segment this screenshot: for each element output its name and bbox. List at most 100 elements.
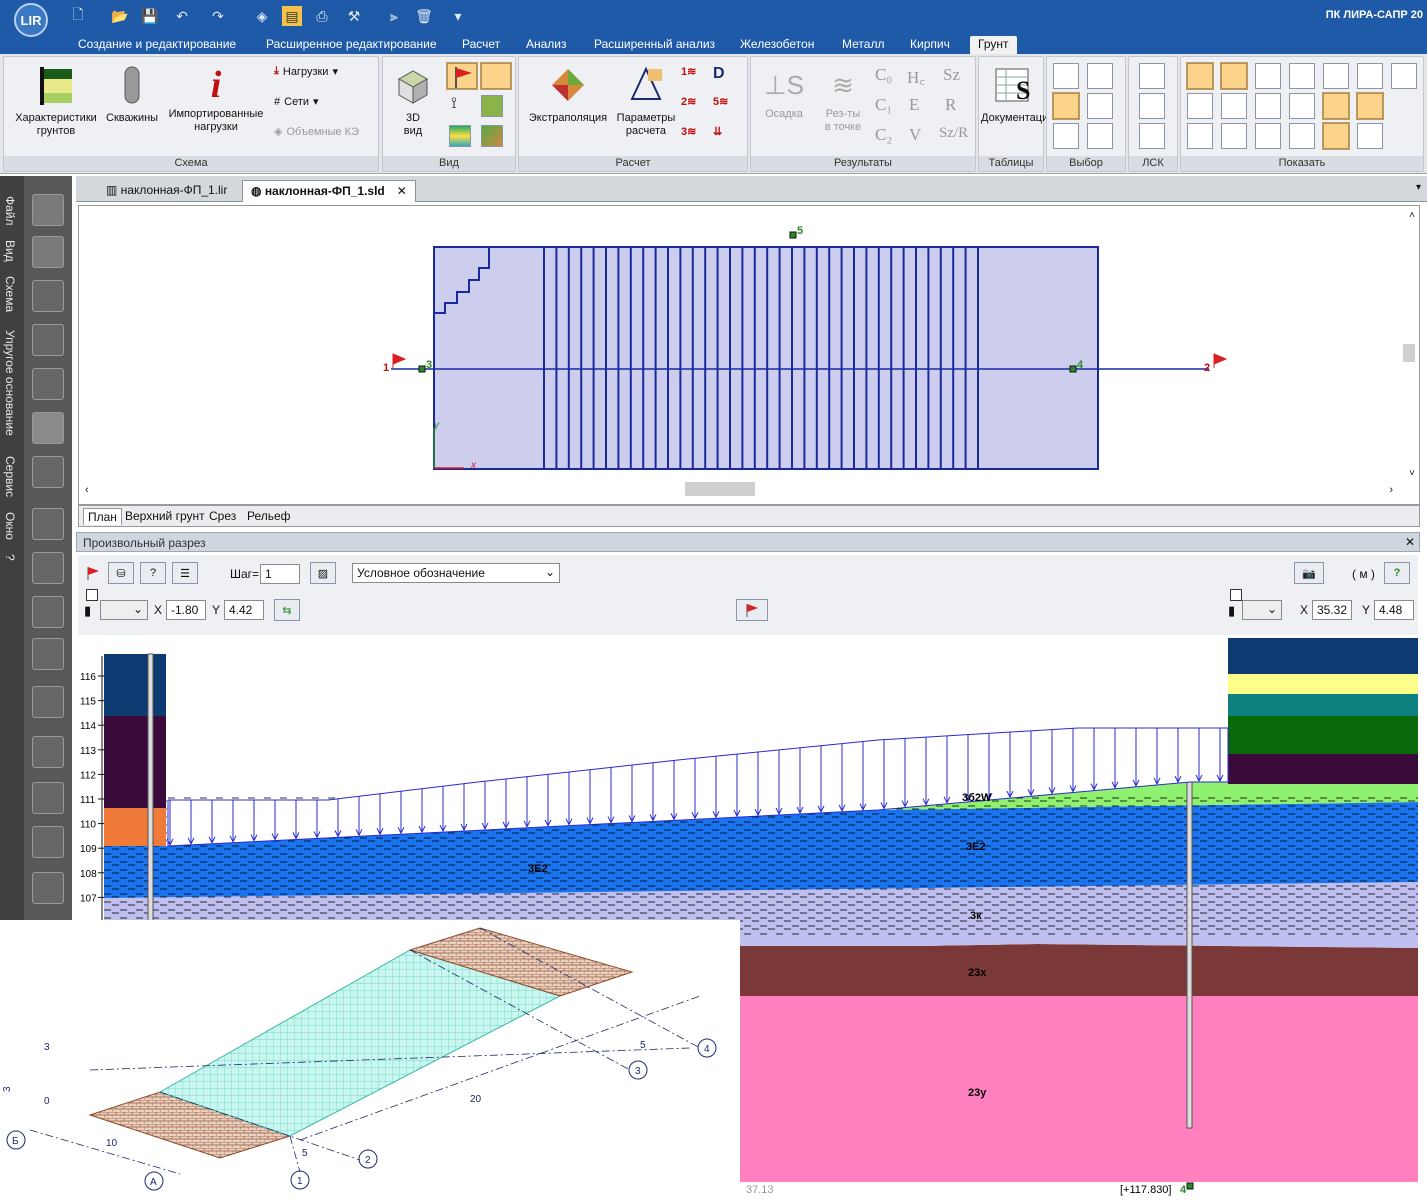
- imported-loads-button[interactable]: i Импортированные нагрузки: [162, 65, 270, 134]
- show-w-icon[interactable]: [1322, 122, 1350, 150]
- tab-calc[interactable]: Расчет: [454, 36, 508, 54]
- select-area-icon[interactable]: [1052, 92, 1080, 120]
- new-file-icon[interactable]: 🗋: [68, 6, 88, 26]
- show-plane-icon[interactable]: [1220, 62, 1248, 90]
- terrain-icon[interactable]: [481, 95, 503, 117]
- chart-icon[interactable]: ⫸: [384, 6, 404, 26]
- gear-edit-icon[interactable]: [32, 236, 64, 268]
- plan-view[interactable]: 1 2 3 4 5 x y ‹ › ˄ ˅: [78, 205, 1420, 505]
- v-button[interactable]: V: [909, 125, 921, 145]
- tab-slice[interactable]: Срез: [205, 508, 240, 524]
- wells-button[interactable]: Скважины: [106, 65, 158, 125]
- hc-button[interactable]: H꜀: [907, 65, 925, 88]
- swap-points-icon[interactable]: ⇆: [274, 599, 300, 621]
- right-y-input[interactable]: 4.48: [1374, 600, 1414, 620]
- show-25-icon[interactable]: [1255, 93, 1281, 119]
- step-input[interactable]: 1: [260, 564, 300, 584]
- select-red-icon[interactable]: [1087, 93, 1113, 119]
- menu-view[interactable]: Вид: [3, 240, 17, 262]
- flag-1-icon[interactable]: [392, 353, 407, 368]
- horizontal-scrollbar-thumb[interactable]: [685, 482, 755, 496]
- e-button[interactable]: E: [909, 95, 919, 115]
- well-select-icon[interactable]: ⛁: [108, 562, 134, 584]
- renumber-icon[interactable]: [32, 280, 64, 312]
- fe-add-icon[interactable]: [32, 508, 64, 540]
- lsk-axes-icon[interactable]: [1139, 63, 1165, 89]
- gear-icon[interactable]: [32, 194, 64, 226]
- show-3-icon[interactable]: [1187, 93, 1213, 119]
- point-5-marker[interactable]: [789, 231, 797, 239]
- show-square-icon[interactable]: [1186, 62, 1214, 90]
- tab-metal[interactable]: Металл: [834, 36, 892, 54]
- tab-list-icon[interactable]: ▾: [1416, 182, 1421, 193]
- left-point-checkbox[interactable]: [86, 589, 98, 601]
- show-sum-icon[interactable]: [1391, 63, 1417, 89]
- show-color-icon[interactable]: [1255, 123, 1281, 149]
- c2-button[interactable]: C₂: [875, 125, 892, 145]
- scroll-left-icon[interactable]: ‹: [85, 484, 89, 496]
- show-axes-icon[interactable]: [1322, 92, 1350, 120]
- undo-icon[interactable]: ↶: [172, 6, 192, 26]
- menu-service[interactable]: Сервис: [3, 456, 17, 497]
- calc-d-button[interactable]: D: [713, 65, 725, 83]
- lsk-rotate-icon[interactable]: [1139, 93, 1165, 119]
- c1-button[interactable]: C₁: [875, 95, 892, 115]
- tab-plan[interactable]: План: [83, 508, 122, 525]
- show-target-icon[interactable]: [1357, 123, 1383, 149]
- layers-list-icon[interactable]: ☰: [172, 562, 198, 584]
- scale-icon[interactable]: [32, 368, 64, 400]
- rotate-2-icon[interactable]: [32, 456, 64, 488]
- show-add-icon[interactable]: [1187, 123, 1213, 149]
- menu-help[interactable]: ?: [3, 554, 17, 561]
- shell-icon[interactable]: [32, 826, 64, 858]
- scroll-right-icon[interactable]: ›: [1389, 484, 1393, 496]
- show-pile-icon[interactable]: [1289, 63, 1315, 89]
- view-3d-button[interactable]: 3D вид: [389, 65, 437, 138]
- tab-reinforced-concrete[interactable]: Железобетон: [732, 36, 822, 54]
- hatch-icon[interactable]: [32, 552, 64, 584]
- sz-button[interactable]: Sz: [943, 65, 960, 85]
- help-icon[interactable]: ?: [1384, 562, 1410, 584]
- open-file-icon[interactable]: 📂: [110, 6, 130, 26]
- i-beam-icon[interactable]: [32, 686, 64, 718]
- tool-icon[interactable]: ⚒: [344, 6, 364, 26]
- tab-soil[interactable]: Грунт: [970, 36, 1017, 54]
- calc-5-button[interactable]: 5≋: [713, 95, 728, 108]
- show-settings-icon[interactable]: [1357, 63, 1383, 89]
- trash-icon[interactable]: 🗑: [414, 6, 434, 26]
- show-flat-icon[interactable]: [1221, 123, 1247, 149]
- scroll-up-icon[interactable]: ˄: [1409, 210, 1415, 221]
- rotate-1-icon[interactable]: [32, 412, 64, 444]
- show-5-icon[interactable]: [1221, 93, 1247, 119]
- tab-analysis[interactable]: Анализ: [518, 36, 575, 54]
- legend-select[interactable]: Условное обозначение ⌄: [352, 563, 560, 583]
- book-icon[interactable]: ▤: [282, 6, 302, 26]
- well-right-shaft[interactable]: [1186, 781, 1193, 1129]
- point-4-section-marker[interactable]: [1186, 1182, 1194, 1190]
- section-view-icon[interactable]: [481, 125, 503, 147]
- vertical-scrollbar-thumb[interactable]: [1403, 344, 1415, 362]
- landscape-icon[interactable]: ▨: [310, 562, 336, 584]
- select-nodes-icon[interactable]: [1053, 63, 1079, 89]
- right-well-select[interactable]: ⌄: [1242, 600, 1282, 620]
- flag-icon[interactable]: [446, 62, 478, 90]
- calc-arrows-button[interactable]: ⇊: [713, 125, 722, 138]
- settlement-button[interactable]: ⊥S Осадка: [755, 65, 813, 121]
- calc-2-button[interactable]: 2≋: [681, 95, 696, 108]
- wall-icon[interactable]: [32, 638, 64, 670]
- results-point-button[interactable]: ≋ Рез-ты в точке: [815, 65, 871, 134]
- cube-icon[interactable]: ◈: [252, 6, 272, 26]
- parallelogram-icon[interactable]: [32, 872, 64, 904]
- doc-tab-lir[interactable]: ▥ наклонная-ФП_1.lir: [98, 180, 235, 202]
- camera-icon[interactable]: 📷: [1294, 562, 1324, 584]
- right-x-input[interactable]: 35.32: [1312, 600, 1352, 620]
- app-logo[interactable]: LIR: [14, 3, 48, 37]
- tab-top-soil[interactable]: Верхний грунт: [121, 508, 209, 524]
- point-3-marker[interactable]: [418, 365, 426, 373]
- select-layer-icon[interactable]: [1053, 123, 1079, 149]
- documentation-button[interactable]: S Документация: [981, 65, 1054, 125]
- well-left-shaft[interactable]: [147, 653, 154, 925]
- layers-3d-icon[interactable]: [449, 125, 471, 147]
- scroll-down-icon[interactable]: ˅: [1409, 468, 1415, 479]
- left-y-input[interactable]: 4.42: [224, 600, 264, 620]
